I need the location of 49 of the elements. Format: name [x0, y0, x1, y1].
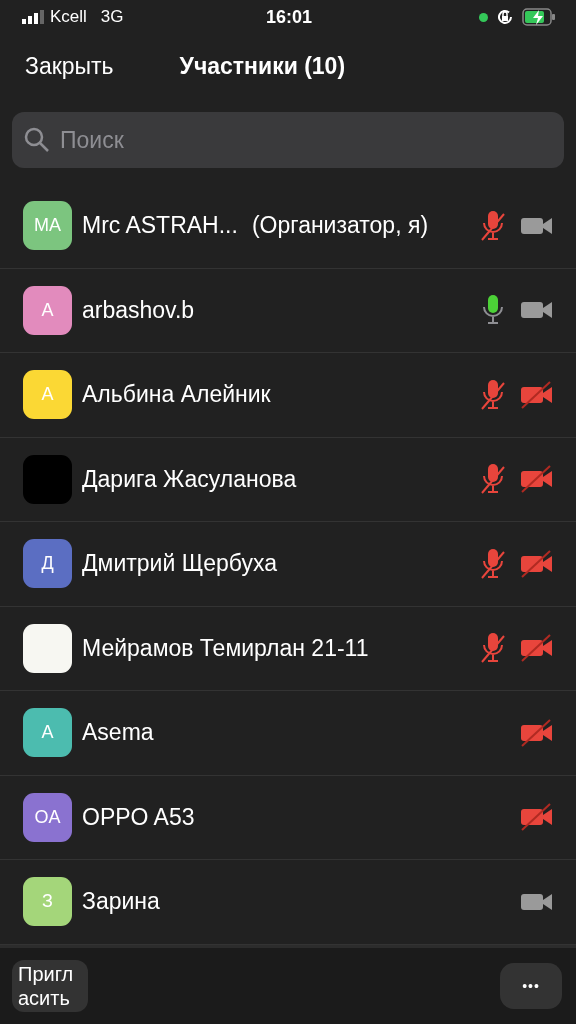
participant-row[interactable]: З Зарина — [0, 860, 576, 945]
screen-title: Участники (10) — [179, 52, 346, 80]
avatar: Д — [23, 539, 72, 589]
avatar: OA — [23, 792, 72, 842]
participant-row[interactable]: Д Дмитрий Щербуха — [0, 522, 576, 607]
network-type: 3G — [100, 7, 124, 27]
video-off-icon[interactable] — [520, 549, 554, 578]
participant-name: Mrc ASTRAH... — [82, 212, 238, 240]
signal-icon — [22, 10, 44, 24]
participant-row[interactable]: A arbashov.b — [0, 268, 576, 353]
participant-name: arbashov.b — [82, 296, 195, 324]
video-off-icon[interactable] — [520, 634, 554, 663]
avatar: A — [23, 285, 72, 335]
search-bar[interactable]: Поиск — [12, 112, 564, 168]
participant-name: Альбина Алейник — [82, 381, 271, 409]
muted-microphone-icon[interactable] — [480, 208, 506, 243]
avatar: A — [23, 708, 72, 758]
rotation-lock-icon — [496, 8, 514, 26]
carrier-name: Kcell — [50, 7, 87, 27]
battery-icon — [522, 8, 556, 26]
clock-time: 16:01 — [266, 6, 313, 28]
muted-microphone-icon[interactable] — [480, 546, 506, 581]
video-off-icon[interactable] — [520, 380, 554, 409]
video-off-icon[interactable] — [520, 718, 554, 747]
participant-row[interactable]: Дарига Жасуланова — [0, 437, 576, 522]
participant-name: Asema — [82, 719, 154, 747]
more-button[interactable]: ••• — [500, 963, 562, 1009]
participant-name: Мейрамов Темирлан 21-11 — [82, 634, 369, 662]
participant-row[interactable]: A Альбина Алейник — [0, 353, 576, 438]
participant-name: Дмитрий Щербуха — [82, 550, 277, 578]
participant-row[interactable]: Мейрамов Темирлан 21-11 — [0, 606, 576, 691]
video-off-icon[interactable] — [520, 465, 554, 494]
search-field[interactable]: Поиск — [58, 125, 552, 155]
search-icon — [24, 127, 50, 153]
dot-icon — [479, 12, 488, 22]
invite-button[interactable]: Пригласить — [12, 960, 88, 1012]
avatar: MA — [23, 201, 72, 251]
participant-row[interactable]: OA OPPO A53 — [0, 775, 576, 860]
video-off-icon[interactable] — [520, 803, 554, 832]
participant-row[interactable]: MA Mrc ASTRAH... (Организатор, я) — [0, 184, 576, 269]
avatar: A — [23, 370, 72, 420]
participant-name: OPPO A53 — [82, 803, 195, 831]
close-link[interactable]: Закрыть — [25, 52, 114, 80]
participant-name: Зарина — [82, 888, 160, 916]
participant-row[interactable]: A Asema — [0, 691, 576, 776]
avatar: З — [23, 877, 72, 927]
participant-role: (Организатор, я) — [251, 212, 429, 240]
participant-name: Дарига Жасуланова — [82, 465, 297, 493]
muted-microphone-icon[interactable] — [480, 377, 506, 412]
